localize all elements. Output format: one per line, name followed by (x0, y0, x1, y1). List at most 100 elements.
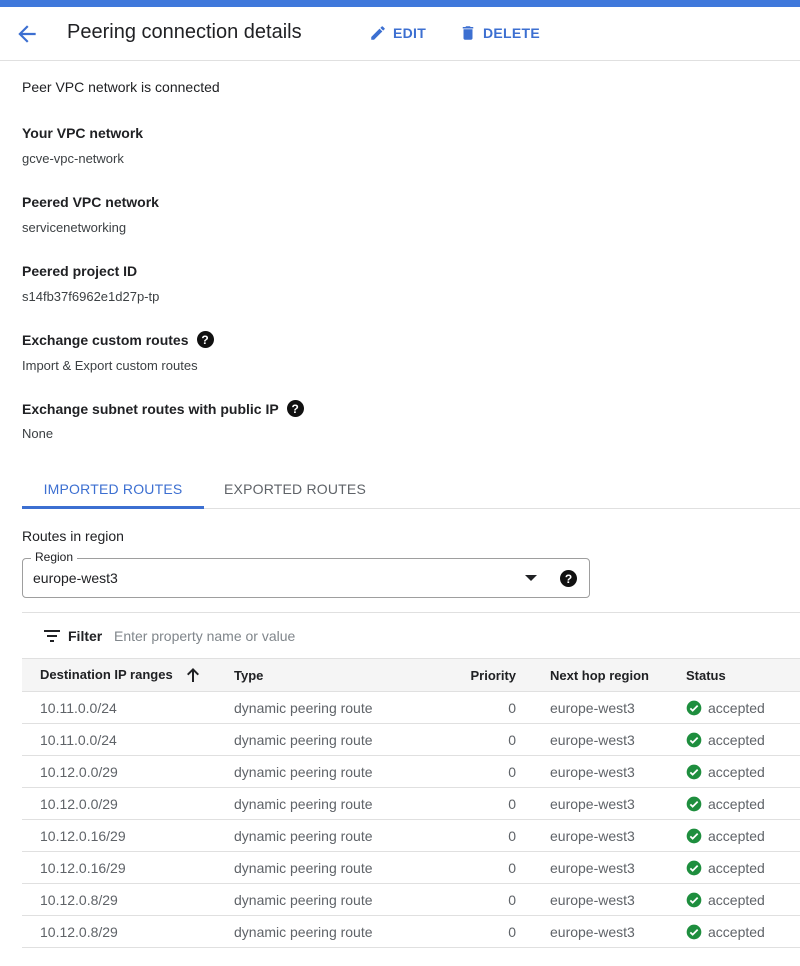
page-title: Peering connection details (67, 21, 302, 43)
help-icon[interactable]: ? (286, 400, 304, 417)
field-label-subnet-routes: Exchange subnet routes with public IP ? (22, 400, 304, 417)
label-text: Peered project ID (22, 263, 138, 279)
cell-destination: 10.12.0.0/29 (22, 787, 234, 820)
cell-priority: 0 (412, 787, 526, 820)
check-circle-icon (686, 700, 702, 715)
connection-status: Peer VPC network is connected (22, 79, 220, 95)
cell-next-hop: europe-west3 (526, 915, 686, 948)
cell-status: accepted (686, 851, 800, 884)
top-accent-bar (0, 0, 800, 7)
cell-priority: 0 (412, 851, 526, 884)
status-text: accepted (708, 763, 765, 780)
pencil-icon (371, 26, 385, 40)
cell-priority: 0 (412, 755, 526, 788)
label-text: Exchange custom routes (22, 331, 189, 348)
cell-status: accepted (686, 819, 800, 852)
check-circle-icon (686, 732, 702, 747)
tab-imported-routes[interactable]: IMPORTED ROUTES (22, 470, 204, 509)
column-header-priority[interactable]: Priority (412, 658, 526, 692)
status-indicator: accepted (686, 700, 800, 716)
help-icon[interactable]: ? (196, 331, 214, 348)
routes-in-region-heading: Routes in region (22, 528, 124, 544)
cell-type: dynamic peering route (234, 723, 412, 756)
cell-destination: 10.12.0.0/29 (22, 755, 234, 788)
check-circle-icon (686, 924, 702, 939)
region-value: europe-west3 (33, 570, 118, 586)
label-text: Peered VPC network (22, 194, 159, 210)
check-circle-icon (686, 892, 702, 907)
status-text: accepted (708, 731, 765, 748)
column-header-status[interactable]: Status (686, 658, 800, 692)
cell-destination: 10.12.0.8/29 (22, 883, 234, 916)
check-circle-icon (686, 764, 702, 779)
field-label-peered-project: Peered project ID (22, 263, 137, 279)
trash-icon (462, 26, 474, 40)
field-value-peered-project: s14fb37f6962e1d27p-tp (22, 289, 160, 304)
tab-exported-routes[interactable]: EXPORTED ROUTES (212, 470, 378, 509)
table-row[interactable]: 10.12.0.0/29 dynamic peering route 0 europe… (22, 787, 800, 820)
check-circle-icon (686, 860, 702, 875)
status-indicator: accepted (686, 796, 800, 812)
cell-type: dynamic peering route (234, 755, 412, 788)
table-row[interactable]: 10.12.0.0/29 dynamic peering route 0 europe… (22, 755, 800, 788)
table-header-row: Destination IP ranges Type Priority Next… (22, 658, 800, 692)
routes-tabs: IMPORTED ROUTES EXPORTED ROUTES (22, 470, 800, 509)
column-header-type[interactable]: Type (234, 658, 412, 692)
table-row[interactable]: 10.11.0.0/24 dynamic peering route 0 europe… (22, 723, 800, 756)
cell-destination: 10.12.0.16/29 (22, 819, 234, 852)
label-text: Your VPC network (22, 125, 144, 141)
status-text: accepted (708, 699, 765, 716)
cell-next-hop: europe-west3 (526, 883, 686, 916)
delete-button[interactable]: DELETE (459, 24, 540, 42)
status-indicator: accepted (686, 924, 800, 940)
table-row[interactable]: 10.12.0.16/29 dynamic peering route 0 europ… (22, 819, 800, 852)
cell-priority: 0 (412, 691, 526, 724)
cell-status: accepted (686, 691, 800, 724)
cell-status: accepted (686, 755, 800, 788)
cell-status: accepted (686, 787, 800, 820)
help-icon[interactable]: ? (560, 570, 577, 587)
cell-status: accepted (686, 723, 800, 756)
cell-type: dynamic peering route (234, 915, 412, 948)
cell-next-hop: europe-west3 (526, 723, 686, 756)
cell-status: accepted (686, 883, 800, 916)
status-indicator: accepted (686, 732, 800, 748)
sort-ascending-icon[interactable] (186, 667, 200, 683)
page-header: Peering connection details EDIT DELETE (0, 7, 800, 61)
routes-table-body: 10.11.0.0/24 dynamic peering route 0 europe… (22, 691, 800, 948)
column-header-next-hop[interactable]: Next hop region (526, 658, 686, 692)
table-row[interactable]: 10.12.0.8/29 dynamic peering route 0 europe… (22, 883, 800, 916)
check-circle-icon (686, 828, 702, 843)
cell-type: dynamic peering route (234, 787, 412, 820)
routes-table: Destination IP ranges Type Priority Next… (22, 658, 800, 948)
back-arrow-icon[interactable] (14, 21, 40, 47)
table-row[interactable]: 10.11.0.0/24 dynamic peering route 0 europe… (22, 691, 800, 724)
cell-priority: 0 (412, 723, 526, 756)
edit-button[interactable]: EDIT (369, 24, 426, 42)
cell-destination: 10.11.0.0/24 (22, 691, 234, 724)
table-row[interactable]: 10.12.0.16/29 dynamic peering route 0 europ… (22, 851, 800, 884)
status-text: accepted (708, 859, 765, 876)
region-select[interactable]: Region europe-west3 ? (22, 550, 590, 598)
column-label: Destination IP ranges (40, 666, 173, 682)
cell-next-hop: europe-west3 (526, 787, 686, 820)
cell-next-hop: europe-west3 (526, 851, 686, 884)
field-value-subnet-routes: None (22, 426, 54, 441)
column-header-destination[interactable]: Destination IP ranges (22, 658, 234, 692)
filter-input[interactable] (114, 625, 514, 647)
table-row[interactable]: 10.12.0.8/29 dynamic peering route 0 europe… (22, 915, 800, 948)
field-label-your-vpc: Your VPC network (22, 125, 143, 141)
dropdown-arrow-icon[interactable] (525, 575, 537, 581)
cell-type: dynamic peering route (234, 819, 412, 852)
filter-label: Filter (68, 628, 103, 644)
filter-bar: Filter (22, 612, 800, 658)
cell-priority: 0 (412, 915, 526, 948)
cell-type: dynamic peering route (234, 691, 412, 724)
status-indicator: accepted (686, 860, 800, 876)
filter-icon[interactable] (44, 629, 60, 643)
field-value-peered-vpc: servicenetworking (22, 220, 127, 235)
cell-priority: 0 (412, 883, 526, 916)
status-indicator: accepted (686, 828, 800, 844)
field-value-custom-routes: Import & Export custom routes (22, 358, 198, 373)
cell-type: dynamic peering route (234, 883, 412, 916)
